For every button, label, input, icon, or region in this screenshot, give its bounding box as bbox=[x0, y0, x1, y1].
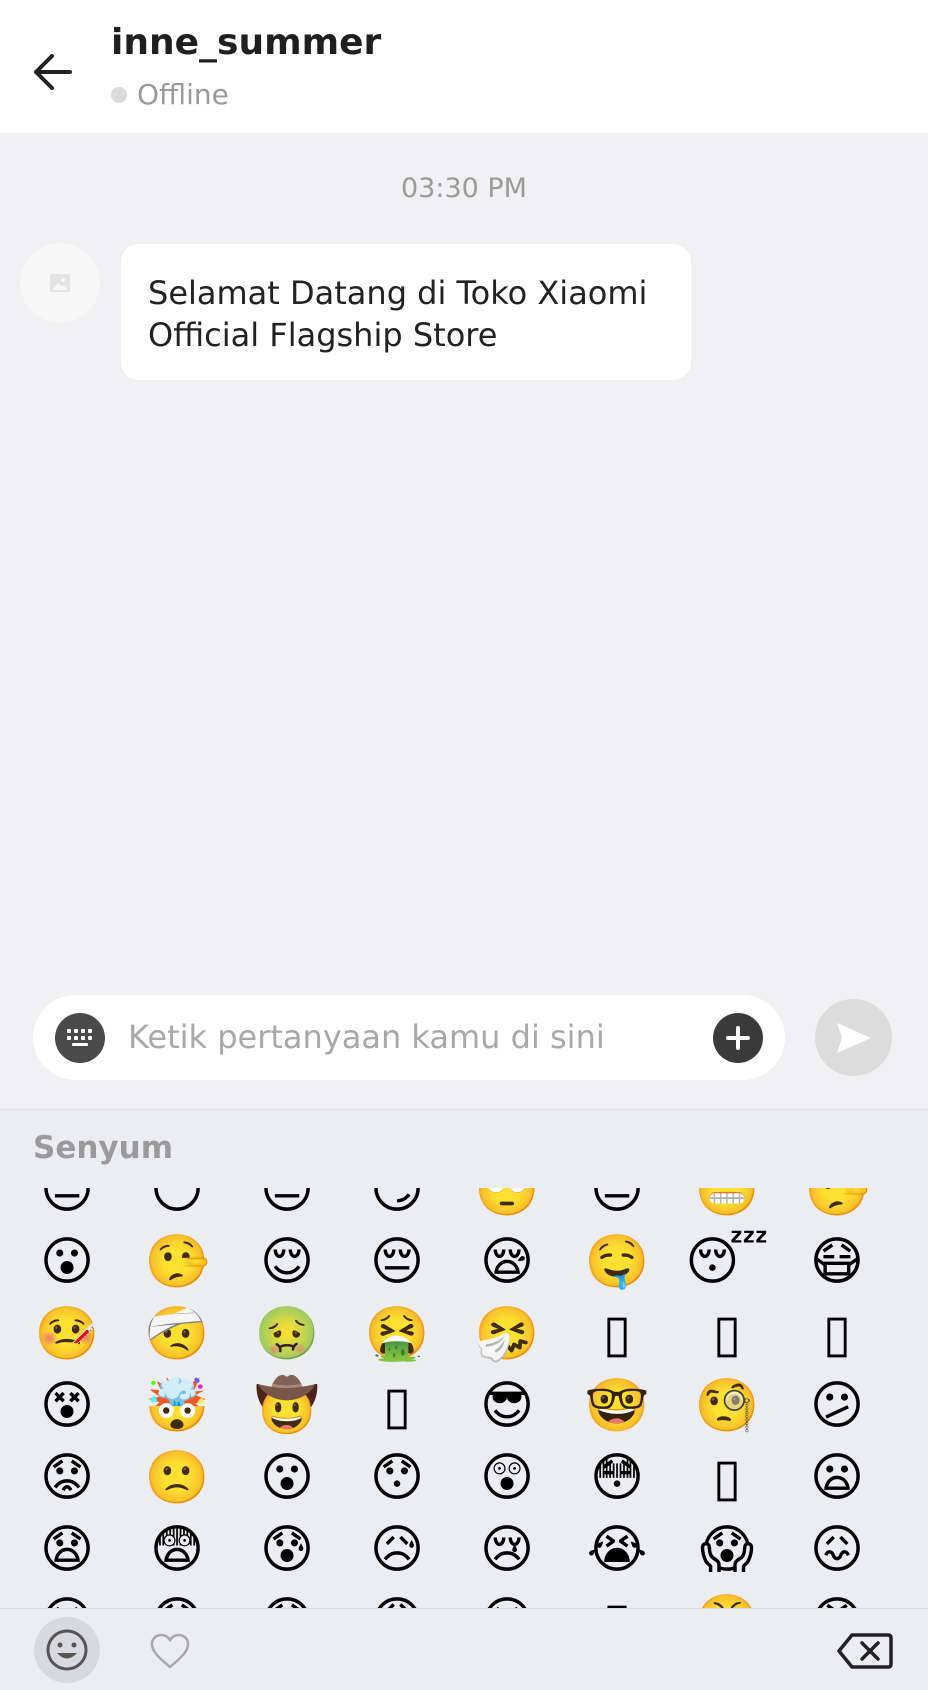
emoji-item[interactable]: 😪 bbox=[452, 1226, 562, 1298]
emoji-item[interactable]: 😕 bbox=[782, 1370, 892, 1442]
plus-circle-icon bbox=[726, 1026, 750, 1050]
emoji-item[interactable]: 😬 bbox=[672, 1188, 782, 1226]
emoji-item[interactable]: 🤮 bbox=[342, 1298, 452, 1370]
contact-name: inne_summer bbox=[111, 22, 382, 63]
send-icon bbox=[836, 1022, 871, 1053]
emoji-item[interactable]: 😓 bbox=[232, 1586, 342, 1608]
emoji-item[interactable]: 🤥 bbox=[782, 1188, 892, 1226]
emoji-item[interactable]: 😶 bbox=[122, 1188, 232, 1226]
avatar[interactable] bbox=[20, 243, 100, 323]
emoji-item[interactable]: 😑 bbox=[12, 1188, 122, 1226]
emoji-item[interactable]: ▯ bbox=[562, 1298, 672, 1370]
emoji-item[interactable]: 😳 bbox=[562, 1442, 672, 1514]
favorites-tab-button[interactable] bbox=[140, 1621, 200, 1681]
emoji-item[interactable]: 🤢 bbox=[232, 1298, 342, 1370]
emoji-toolbar bbox=[0, 1608, 928, 1690]
message-bubble[interactable]: Selamat Datang di Toko Xiaomi Official F… bbox=[121, 244, 691, 380]
emoji-item[interactable]: 😱 bbox=[672, 1514, 782, 1586]
emoji-item[interactable]: 😵 bbox=[12, 1370, 122, 1442]
back-button[interactable] bbox=[22, 42, 82, 102]
message-list[interactable]: 03:30 PM Selamat Datang di Toko Xiaomi O… bbox=[0, 133, 928, 1109]
emoji-item[interactable]: 🤯 bbox=[122, 1370, 232, 1442]
keyboard-icon bbox=[67, 1029, 92, 1046]
attach-button[interactable] bbox=[713, 1013, 763, 1063]
emoji-item[interactable]: 😨 bbox=[122, 1514, 232, 1586]
smiley-icon bbox=[46, 1629, 88, 1671]
emoji-grid: 😑 😶 😐 😏 🙄 😒 😬 🤥 😮 🤥 😌 😔 😪 🤤 😴 😷 🤒 🤕 🤢 🤮 🤧 ▯ ▯ ▯ 😵 🤯 🤠 ▯ 😎 🤓 🧐 😕 😟 🙁 😮 😯 😲 😳 ▯ 😦… bbox=[12, 1188, 916, 1608]
emoji-item[interactable]: 😲 bbox=[452, 1442, 562, 1514]
emoji-category-title: Senyum bbox=[33, 1130, 173, 1166]
emoji-item[interactable]: 😟 bbox=[12, 1442, 122, 1514]
emoji-item[interactable]: 😡 bbox=[782, 1586, 892, 1608]
emoji-scroll-area[interactable]: 😑 😶 😐 😏 🙄 😒 😬 🤥 😮 🤥 😌 😔 😪 🤤 😴 😷 🤒 🤕 🤢 🤮 🤧 ▯ ▯ ▯ 😵 🤯 🤠 ▯ 😎 🤓 🧐 😕 😟 🙁 😮 😯 😲 😳 ▯ 😦… bbox=[0, 1188, 928, 1608]
status-text: Offline bbox=[137, 78, 229, 111]
emoji-item[interactable]: 😥 bbox=[342, 1514, 452, 1586]
emoji-item[interactable]: 😭 bbox=[562, 1514, 672, 1586]
emoji-item[interactable]: 😤 bbox=[672, 1586, 782, 1608]
emoji-item[interactable]: 🤒 bbox=[12, 1298, 122, 1370]
emoji-item[interactable]: 😣 bbox=[12, 1586, 122, 1608]
emoji-item[interactable]: ▯ bbox=[672, 1298, 782, 1370]
message-input[interactable] bbox=[128, 1007, 688, 1067]
emoji-item[interactable]: 😯 bbox=[342, 1442, 452, 1514]
emoji-item[interactable]: 🙁 bbox=[122, 1442, 232, 1514]
message-timestamp: 03:30 PM bbox=[401, 173, 527, 204]
emoji-item[interactable]: ▯ bbox=[562, 1586, 672, 1608]
emoji-item[interactable]: 😖 bbox=[782, 1514, 892, 1586]
status-dot bbox=[111, 86, 127, 103]
emoji-item[interactable]: 😏 bbox=[342, 1188, 452, 1226]
emoji-item[interactable]: 😔 bbox=[342, 1226, 452, 1298]
emoji-item[interactable]: 😴 bbox=[672, 1226, 782, 1298]
emoji-item[interactable]: 😩 bbox=[342, 1586, 452, 1608]
emoji-item[interactable]: 🤓 bbox=[562, 1370, 672, 1442]
send-button[interactable] bbox=[815, 999, 892, 1076]
backspace-button[interactable] bbox=[830, 1621, 900, 1681]
emoji-item[interactable]: 😒 bbox=[562, 1188, 672, 1226]
emoji-item[interactable]: 😎 bbox=[452, 1370, 562, 1442]
emoji-item[interactable]: 😮 bbox=[232, 1442, 342, 1514]
backspace-icon bbox=[837, 1633, 893, 1669]
emoji-item[interactable]: 🤠 bbox=[232, 1370, 342, 1442]
keyboard-toggle-button[interactable] bbox=[55, 1013, 105, 1063]
emoji-panel: Senyum 😑 😶 😐 😏 🙄 😒 😬 🤥 😮 🤥 😌 😔 😪 🤤 😴 😷 🤒 🤕 🤢 🤮 🤧 ▯ ▯ ▯ 😵 🤯 🤠 ▯ 😎 🤓 🧐 😕 😟… bbox=[0, 1109, 928, 1608]
emoji-item[interactable]: 😧 bbox=[12, 1514, 122, 1586]
message-composer bbox=[33, 995, 785, 1080]
emoji-item[interactable]: 🤕 bbox=[122, 1298, 232, 1370]
emoji-item[interactable]: ▯ bbox=[342, 1370, 452, 1442]
emoji-item[interactable]: 😰 bbox=[232, 1514, 342, 1586]
emoji-item[interactable]: 😞 bbox=[122, 1586, 232, 1608]
emoji-item[interactable]: 😐 bbox=[232, 1188, 342, 1226]
heart-icon bbox=[150, 1633, 190, 1669]
emoji-item[interactable]: 🤤 bbox=[562, 1226, 672, 1298]
emoji-item[interactable]: 😌 bbox=[232, 1226, 342, 1298]
emoji-item[interactable]: 😢 bbox=[452, 1514, 562, 1586]
presence-status: Offline bbox=[111, 78, 229, 111]
emoji-item[interactable]: 🤥 bbox=[122, 1226, 232, 1298]
image-placeholder-icon bbox=[50, 274, 70, 292]
arrow-left-icon bbox=[34, 54, 72, 90]
emoji-item[interactable]: 🤧 bbox=[452, 1298, 562, 1370]
chat-header: inne_summer Offline bbox=[0, 0, 928, 133]
emoji-tab-button[interactable] bbox=[34, 1617, 100, 1683]
emoji-item[interactable]: 😮 bbox=[12, 1226, 122, 1298]
emoji-item[interactable]: 🙄 bbox=[452, 1188, 562, 1226]
emoji-item[interactable]: 🧐 bbox=[672, 1370, 782, 1442]
emoji-item[interactable]: ▯ bbox=[782, 1298, 892, 1370]
emoji-item[interactable]: 😦 bbox=[782, 1442, 892, 1514]
emoji-item[interactable]: 😫 bbox=[452, 1586, 562, 1608]
emoji-item[interactable]: 😷 bbox=[782, 1226, 892, 1298]
emoji-item[interactable]: ▯ bbox=[672, 1442, 782, 1514]
